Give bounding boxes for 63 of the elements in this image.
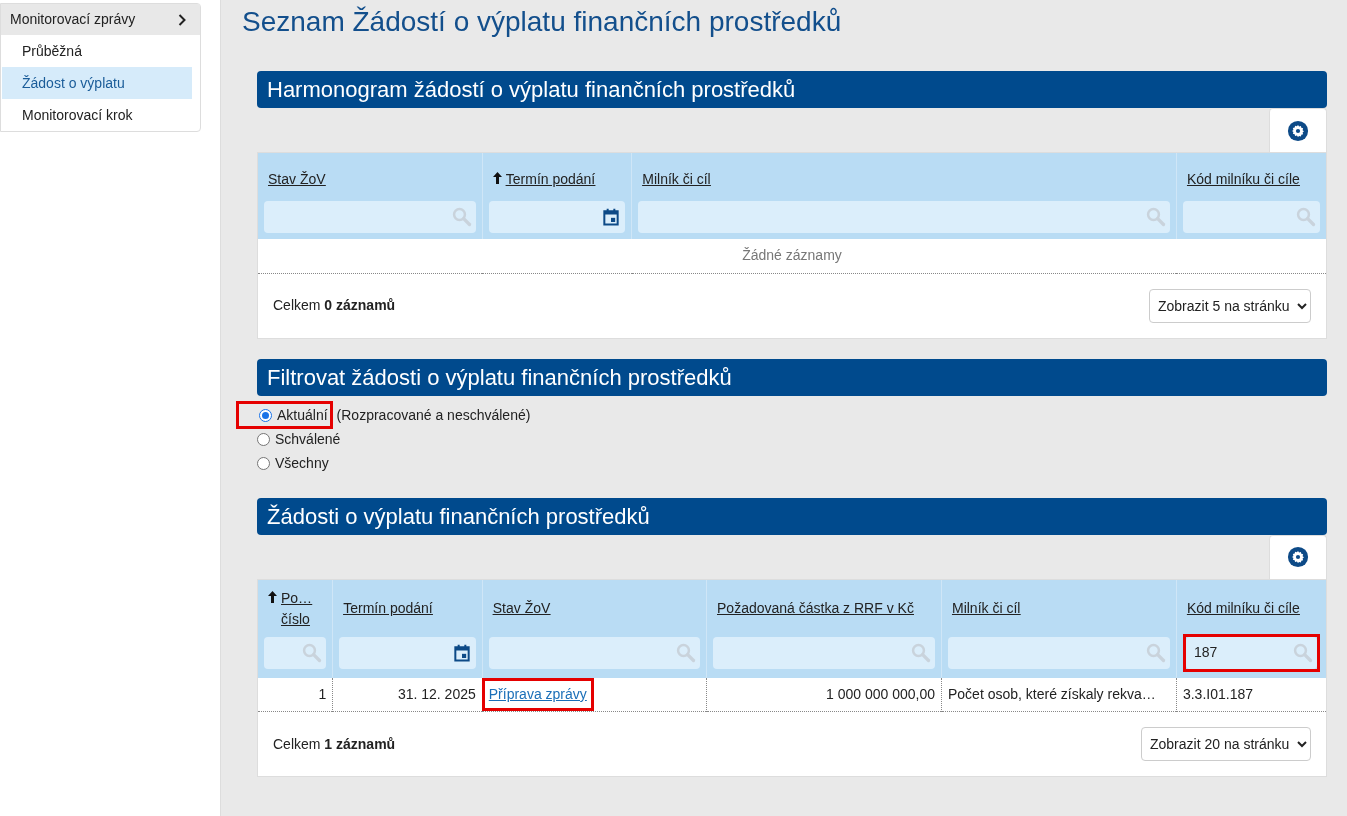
- column-header-link[interactable]: Kód milníku či cíle: [1186, 168, 1300, 190]
- empty-message: Žádné záznamy: [742, 247, 842, 264]
- calendar-icon[interactable]: [601, 207, 622, 227]
- radio-option[interactable]: Všechny: [236, 452, 329, 474]
- column-header-link[interactable]: Milník či cíl: [952, 598, 1021, 619]
- search-icon: [1145, 207, 1166, 227]
- sort-arrow-icon: [268, 590, 277, 603]
- settings-button[interactable]: [1269, 534, 1327, 579]
- search-icon: [911, 642, 931, 663]
- table-cell-text: 1: [317, 684, 328, 704]
- filter-field[interactable]: [264, 201, 476, 233]
- column-header-link[interactable]: Kód milníku či cíle: [1186, 598, 1300, 619]
- search-icon: [302, 642, 323, 663]
- record-count: Celkem 1 záznamů: [273, 734, 396, 754]
- search-icon: [1293, 642, 1313, 663]
- search-icon: [1296, 207, 1316, 227]
- section-header: Harmonogram žádostí o výplatu finančních prostředků: [257, 71, 1327, 108]
- filter-field[interactable]: [264, 636, 327, 669]
- column-header-link[interactable]: Požadovaná částka z RRF v Kč: [717, 598, 914, 619]
- search-icon: [676, 642, 697, 663]
- search-icon: [451, 207, 472, 227]
- column-header-link[interactable]: Stav ŽoV: [492, 598, 551, 619]
- sort-arrow-icon: [492, 171, 502, 184]
- settings-icon: [1287, 546, 1309, 568]
- radio-button[interactable]: [257, 456, 270, 470]
- settings-button[interactable]: [1269, 108, 1327, 152]
- calendar-icon[interactable]: [451, 642, 472, 663]
- filter-field[interactable]: [638, 201, 1170, 233]
- sidebar-item[interactable]: Žádost o výplatu: [2, 67, 192, 99]
- section-header: Žádosti o výplatu finančních prostředků: [257, 497, 1327, 535]
- column-header-link[interactable]: Termín podání: [343, 598, 433, 619]
- filter-field[interactable]: [1182, 201, 1320, 233]
- radio-button[interactable]: [257, 432, 270, 446]
- status-link[interactable]: Příprava zprávy: [481, 677, 594, 711]
- sidebar-item[interactable]: Monitorovací krok: [2, 99, 199, 131]
- section-header: Filtrovat žádosti o výplatu finančních prostředků: [257, 358, 1327, 396]
- sidebar-item[interactable]: Průběžná: [2, 35, 199, 67]
- filter-field[interactable]: [488, 636, 701, 669]
- filter-field[interactable]: 187: [1185, 636, 1317, 669]
- filter-field[interactable]: [713, 636, 935, 669]
- radio-option[interactable]: Schválené: [236, 428, 341, 450]
- date-field[interactable]: [339, 636, 476, 669]
- chevron-icon: [178, 13, 186, 26]
- table-cell-text: 31. 12. 2025: [396, 684, 477, 704]
- filter-field[interactable]: [948, 636, 1170, 669]
- record-count: Celkem 0 záznamů: [273, 296, 396, 315]
- option-note: (Rozpracované a neschválené): [336, 405, 531, 425]
- column-header-link[interactable]: Stav ŽoV: [268, 168, 326, 190]
- column-header-link[interactable]: Termín podání: [492, 168, 596, 190]
- date-field[interactable]: [488, 201, 626, 233]
- sidebar-group[interactable]: Monitorovací zprávy: [1, 4, 200, 35]
- page-size-select[interactable]: Zobrazit 20 na stránku: [1141, 727, 1311, 761]
- search-icon: [1145, 642, 1166, 663]
- table-cell-text: 1 000 000 000,00: [825, 684, 936, 704]
- settings-icon: [1287, 119, 1309, 142]
- page-size-select[interactable]: Zobrazit 5 na stránku: [1149, 288, 1311, 323]
- column-header-link[interactable]: Milník či cíl: [642, 168, 711, 190]
- radio-option[interactable]: Aktuální: [259, 404, 328, 426]
- column-header-link[interactable]: Po… číslo: [268, 587, 323, 630]
- radio-button[interactable]: [259, 408, 272, 422]
- table-cell-text: Počet osob, které získaly rekva…: [947, 684, 1157, 704]
- table-cell-text: 3.3.I01.187: [1181, 684, 1254, 704]
- page-title: Seznam Žádostí o výplatu finančních prostředků: [242, 5, 843, 39]
